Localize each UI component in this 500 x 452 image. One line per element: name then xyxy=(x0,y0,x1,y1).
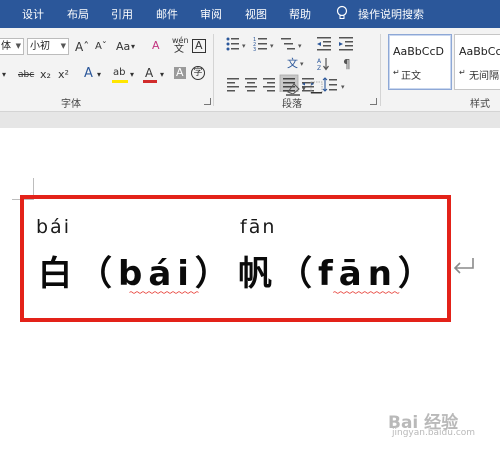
chevron-down-icon: ▾ xyxy=(2,70,7,79)
paragraph-return-icon xyxy=(453,258,474,274)
tab-layout[interactable]: 布局 xyxy=(67,6,89,22)
chevron-down-icon: ▾ xyxy=(130,70,135,79)
phonetic-guide-glyph: 文 xyxy=(174,44,184,55)
style-sample: AaBbCcD xyxy=(393,45,444,58)
decrease-indent-icon xyxy=(317,37,331,51)
chevron-down-icon: ▼ xyxy=(15,42,21,50)
chevron-down-icon: ▾ xyxy=(160,70,165,79)
group-separator xyxy=(213,34,214,106)
watermark-url: jingyan.baidu.com xyxy=(392,428,476,438)
paragraph-group-label: 段落 xyxy=(282,99,302,110)
tell-me-search[interactable]: 操作说明搜索 xyxy=(358,6,424,22)
enclose-characters-button[interactable]: 字 xyxy=(191,66,205,80)
svg-text:¶: ¶ xyxy=(343,57,351,71)
highlight-swatch xyxy=(112,80,128,83)
multilevel-list-icon xyxy=(281,38,295,50)
svg-text:▾: ▾ xyxy=(298,42,302,50)
font-color-swatch xyxy=(143,80,157,83)
font-size-value: 小初 xyxy=(30,41,50,52)
chevron-down-icon: ▼ xyxy=(60,42,66,50)
align-right-icon xyxy=(263,78,275,92)
svg-text:▾: ▾ xyxy=(302,85,306,93)
font-name-combo[interactable]: 体 ▼ xyxy=(0,38,24,55)
style-sample: AaBbCcI xyxy=(459,45,500,58)
style-no-spacing[interactable]: AaBbCcI 无间隔 ↵ xyxy=(454,34,500,90)
character-shading-button[interactable]: A xyxy=(174,67,186,79)
text-effects-button[interactable]: A xyxy=(84,67,93,81)
svg-text:▾: ▾ xyxy=(300,60,304,68)
shading-borders-icons[interactable]: ▾ xyxy=(286,80,326,96)
tab-references[interactable]: 引用 xyxy=(111,6,133,22)
align-left-icon xyxy=(227,78,239,92)
font-name-value: 体 xyxy=(1,41,11,52)
svg-text:Z: Z xyxy=(317,65,321,72)
annotation-bai: （bái） xyxy=(78,254,235,294)
chinese-layout-icon: 文 xyxy=(287,56,298,70)
superscript-button[interactable]: x² xyxy=(58,68,69,82)
font-dialog-launcher[interactable] xyxy=(204,98,211,105)
spelling-squiggle xyxy=(333,291,400,294)
font-color-button[interactable]: A xyxy=(145,66,153,80)
tab-view[interactable]: 视图 xyxy=(245,6,267,22)
return-arrow-icon: ↵ xyxy=(459,68,466,77)
annotation-fan: （fān） xyxy=(278,254,438,294)
paragraph-mark-icon: ¶ xyxy=(343,57,351,71)
sort-icon: A Z xyxy=(317,58,329,72)
grow-font-button[interactable]: Aˆ xyxy=(75,40,89,54)
strikethrough-button[interactable]: abc xyxy=(18,68,34,82)
character-border-button[interactable]: A xyxy=(192,39,206,53)
chevron-down-icon: ▾ xyxy=(131,42,136,51)
borders-icon xyxy=(310,81,323,94)
document-page[interactable]: bái fān 白 （bái） 帆 （fān） xyxy=(0,128,500,452)
numbering-icon: 1 2 3 xyxy=(253,37,267,53)
paragraph-dialog-launcher[interactable] xyxy=(370,98,377,105)
tab-help[interactable]: 帮助 xyxy=(289,6,311,22)
font-size-combo[interactable]: 小初 ▼ xyxy=(27,38,69,55)
spelling-squiggle xyxy=(129,291,199,294)
increase-indent-icon xyxy=(339,37,353,51)
ribbon: 体 ▼ 小初 ▼ Aˆ Aˇ Aa ▾ A wén 文 A ▾ abc x₂ x² … xyxy=(0,28,500,112)
ruby-text-bai: bái xyxy=(36,216,71,238)
svg-text:▾: ▾ xyxy=(341,83,345,91)
ribbon-tab-bar: 设计 布局 引用 邮件 审阅 视图 帮助 操作说明搜索 xyxy=(0,0,500,28)
tab-mailings[interactable]: 邮件 xyxy=(156,6,178,22)
bullets-icon xyxy=(226,37,239,51)
return-arrow-icon: ↵ xyxy=(393,68,400,77)
group-separator xyxy=(380,34,381,106)
svg-text:文: 文 xyxy=(287,56,298,70)
svg-text:▾: ▾ xyxy=(270,42,274,50)
tab-design[interactable]: 设计 xyxy=(22,6,44,22)
lightbulb-icon xyxy=(336,5,348,19)
subscript-button[interactable]: x₂ xyxy=(40,68,51,82)
char-bai: 白 xyxy=(38,254,72,294)
svg-text:▾: ▾ xyxy=(242,42,246,50)
chevron-down-icon: ▾ xyxy=(97,70,102,79)
tab-review[interactable]: 审阅 xyxy=(200,6,222,22)
ruby-text-fan: fān xyxy=(240,216,277,238)
clear-formatting-button[interactable]: A xyxy=(152,39,160,53)
style-normal[interactable]: AaBbCcD 正文 ↵ xyxy=(388,34,452,90)
font-group-label: 字体 xyxy=(61,99,81,110)
style-name: 正文 xyxy=(401,71,421,82)
change-case-button[interactable]: Aa xyxy=(116,40,130,54)
align-center-icon xyxy=(245,78,257,92)
svg-text:A: A xyxy=(317,58,322,65)
document-background xyxy=(0,112,500,128)
styles-group-label: 样式 xyxy=(470,99,490,110)
char-fan: 帆 xyxy=(238,254,272,294)
shrink-font-button[interactable]: Aˇ xyxy=(95,40,107,54)
style-name: 无间隔 xyxy=(469,71,499,82)
highlight-button[interactable]: ab xyxy=(113,66,125,80)
svg-text:3: 3 xyxy=(253,47,256,53)
